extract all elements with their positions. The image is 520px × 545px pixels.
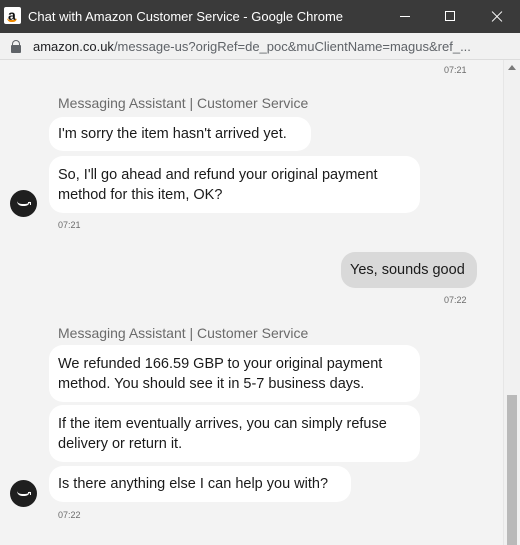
agent-message-bubble: I'm sorry the item hasn't arrived yet.	[49, 117, 311, 151]
url-host: amazon.co.uk	[33, 39, 114, 54]
message-text: Is there anything else I can help you wi…	[58, 476, 329, 492]
message-text: So, I'll go ahead and refund your origin…	[58, 166, 378, 203]
agent-message-bubble: If the item eventually arrives, you can …	[49, 405, 420, 462]
close-icon[interactable]	[474, 0, 520, 33]
amazon-app-icon: a	[4, 7, 21, 24]
message-text: Yes, sounds good	[350, 262, 465, 278]
message-text: We refunded 166.59 GBP to your original …	[58, 355, 383, 392]
amazon-avatar-icon	[10, 480, 37, 507]
url-text[interactable]: amazon.co.uk/message-us?origRef=de_poc&m…	[33, 39, 503, 54]
message-timestamp: 07:22	[444, 295, 467, 305]
message-text: If the item eventually arrives, you can …	[58, 415, 387, 452]
user-message-bubble: Yes, sounds good	[341, 252, 477, 288]
sender-label: Messaging Assistant | Customer Service	[58, 325, 309, 341]
address-bar[interactable]: amazon.co.uk/message-us?origRef=de_poc&m…	[0, 33, 520, 60]
scrollbar-thumb[interactable]	[507, 395, 517, 545]
message-timestamp: 07:21	[58, 220, 81, 230]
message-timestamp: 07:21	[444, 65, 467, 75]
chat-transcript[interactable]: 07:21 Messaging Assistant | Customer Ser…	[0, 60, 503, 545]
agent-message-bubble: We refunded 166.59 GBP to your original …	[49, 345, 420, 402]
message-text: I'm sorry the item hasn't arrived yet.	[58, 126, 287, 142]
minimize-icon[interactable]	[382, 0, 428, 33]
amazon-avatar-icon	[10, 190, 37, 217]
window-title: Chat with Amazon Customer Service - Goog…	[28, 9, 344, 24]
scroll-up-arrow-icon[interactable]	[508, 65, 516, 70]
agent-message-bubble: So, I'll go ahead and refund your origin…	[49, 156, 420, 213]
url-path: /message-us?origRef=de_poc&muClientName=…	[113, 39, 471, 54]
agent-message-bubble: Is there anything else I can help you wi…	[49, 466, 351, 502]
message-timestamp: 07:22	[58, 510, 81, 520]
chat-scrollbar[interactable]	[503, 60, 520, 545]
maximize-icon[interactable]	[428, 0, 474, 33]
sender-label: Messaging Assistant | Customer Service	[58, 95, 309, 111]
lock-icon[interactable]	[11, 40, 21, 53]
window-title-bar: a Chat with Amazon Customer Service - Go…	[0, 0, 520, 33]
